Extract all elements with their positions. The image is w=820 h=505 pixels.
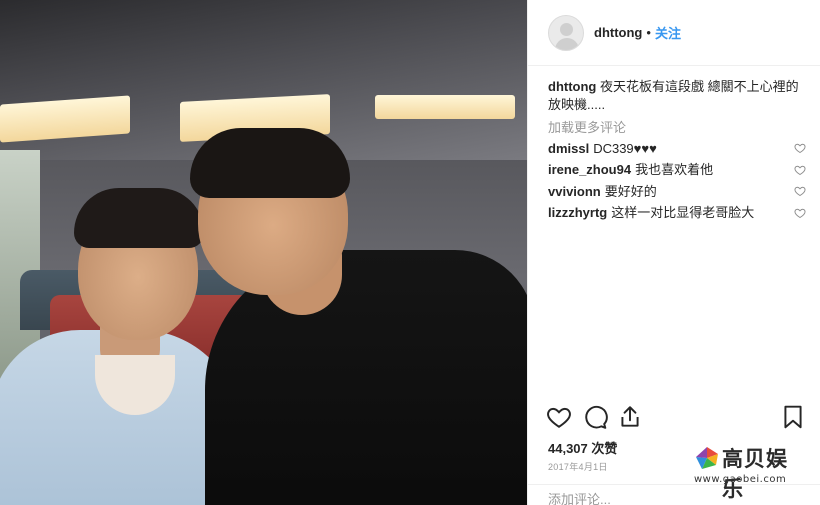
comment-text: 我也喜欢着他: [635, 162, 714, 178]
list-item: vvivionn 要好好的: [548, 181, 806, 203]
heart-icon[interactable]: [794, 164, 806, 176]
ceiling-light: [375, 95, 515, 119]
like-count-label: 次赞: [591, 441, 618, 456]
list-item: lizzzhyrtg 这样一对比显得老哥脸大: [548, 203, 806, 225]
comment-text: DC339♥♥♥: [593, 140, 657, 156]
heart-icon[interactable]: [794, 185, 806, 197]
avatar-placeholder-body: [555, 37, 579, 50]
heart-icon[interactable]: [794, 207, 806, 219]
comment-username[interactable]: vvivionn: [548, 183, 601, 201]
avatar[interactable]: [548, 14, 584, 51]
comment-text: 这样一对比显得老哥脸大: [611, 205, 755, 221]
post-photo[interactable]: [0, 0, 527, 505]
share-icon[interactable]: [617, 404, 643, 430]
post-username[interactable]: dhttong: [594, 25, 642, 40]
post-caption: dhttong 夜天花板有這段戲 總關不上心裡的放映機.....: [548, 78, 806, 114]
comment-list: dmissl DC339♥♥♥ irene_zhou94 我也喜欢着他 vviv…: [548, 138, 806, 224]
comment-username[interactable]: irene_zhou94: [548, 161, 631, 179]
list-item: dmissl DC339♥♥♥: [548, 138, 806, 160]
watermark-logo-icon: [696, 447, 718, 469]
comment-username[interactable]: lizzzhyrtg: [548, 204, 607, 222]
heart-icon[interactable]: [794, 142, 806, 154]
post-date: 2017年4月1日: [548, 462, 608, 472]
watermark-name: 高贝娱乐: [722, 446, 788, 501]
post-sidebar: dhttong • 关注 dhttong 夜天花板有這段戲 總關不上心裡的放映機…: [527, 0, 820, 505]
list-item: irene_zhou94 我也喜欢着他: [548, 160, 806, 182]
comment-text: 要好好的: [604, 183, 657, 199]
like-count[interactable]: 44,307 次赞: [548, 438, 617, 457]
caption-username[interactable]: dhttong: [548, 79, 596, 94]
post-header: dhttong • 关注: [528, 0, 820, 66]
comment-icon[interactable]: [582, 404, 608, 430]
person-right-hair: [190, 128, 350, 198]
avatar-placeholder-head: [560, 22, 573, 36]
like-count-number: 44,307: [548, 441, 588, 456]
heart-icon[interactable]: [546, 404, 572, 430]
comment-username[interactable]: dmissl: [548, 140, 589, 158]
person-left-hair: [74, 188, 204, 248]
separator-dot: •: [646, 25, 651, 40]
follow-button[interactable]: 关注: [655, 23, 681, 42]
action-bar: [528, 404, 820, 434]
bookmark-icon[interactable]: [780, 404, 806, 430]
load-more-comments-button[interactable]: 加载更多评论: [548, 117, 626, 136]
watermark: 高贝娱乐 www.gaobei.com: [692, 441, 808, 501]
watermark-url: www.gaobei.com: [694, 474, 787, 485]
